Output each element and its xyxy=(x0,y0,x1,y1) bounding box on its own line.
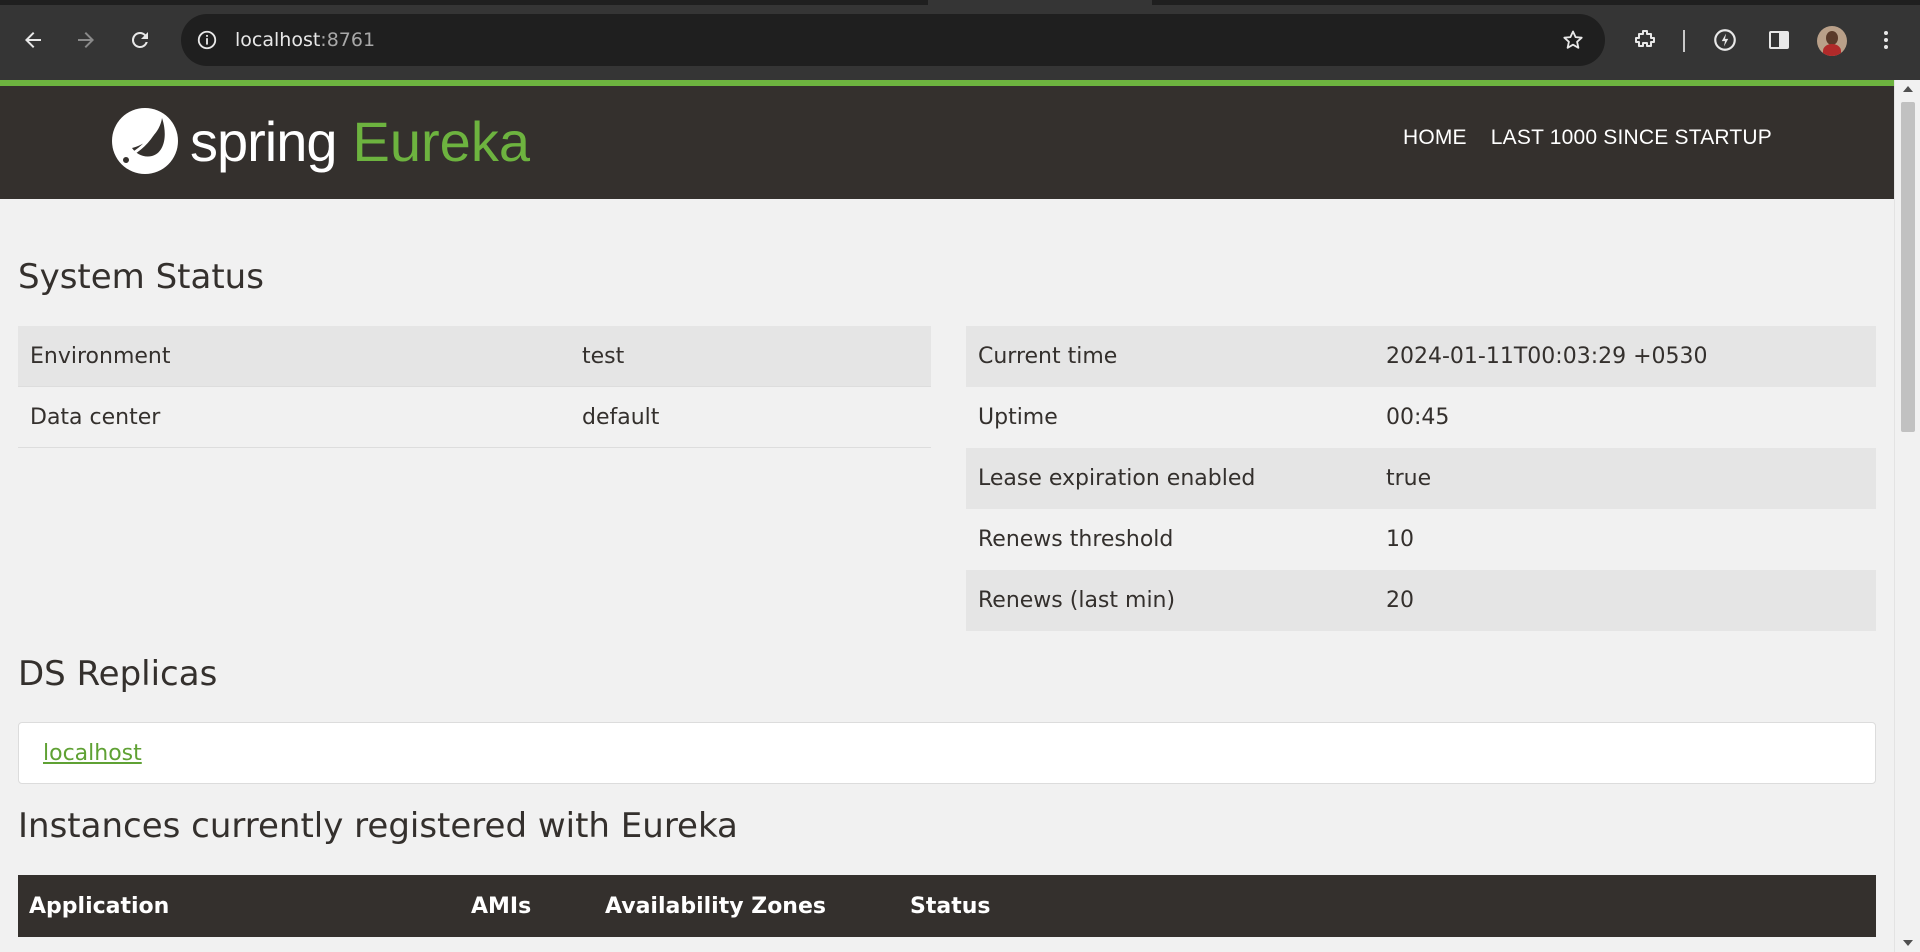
table-row: Data center default xyxy=(18,387,931,448)
arrow-left-icon xyxy=(25,32,41,48)
status-value: test xyxy=(582,343,625,369)
status-key: Current time xyxy=(978,344,1118,369)
kebab-icon[interactable] xyxy=(1866,20,1906,60)
info-icon[interactable] xyxy=(187,20,227,60)
toolbar-divider xyxy=(1683,30,1685,52)
system-status-left-table: Environment test Data center default xyxy=(18,326,931,448)
brand-eureka: Eureka xyxy=(352,109,530,173)
status-key: Lease expiration enabled xyxy=(978,466,1256,491)
back-button[interactable] xyxy=(13,20,53,60)
spring-eureka-logo[interactable]: spring Eureka xyxy=(110,106,530,176)
status-value: 20 xyxy=(1386,588,1414,613)
status-key: Environment xyxy=(30,343,171,369)
table-row: Renews (last min) 20 xyxy=(966,570,1876,631)
status-key: Data center xyxy=(30,404,161,430)
status-value: 10 xyxy=(1386,527,1414,552)
instances-table-header: Application AMIs Availability Zones Stat… xyxy=(18,875,1876,937)
ds-replicas-list: localhost xyxy=(18,722,1876,784)
system-status-right-table: Current time 2024-01-11T00:03:29 +0530 U… xyxy=(966,326,1876,631)
brand-spring: spring xyxy=(190,109,338,173)
status-value: 2024-01-11T00:03:29 +0530 xyxy=(1386,344,1708,369)
ds-replicas-title: DS Replicas xyxy=(18,654,218,694)
nav-links: HOME LAST 1000 SINCE STARTUP xyxy=(1403,126,1772,150)
table-row: Lease expiration enabled true xyxy=(966,448,1876,509)
column-header-application: Application xyxy=(29,893,170,919)
instances-title: Instances currently registered with Eure… xyxy=(18,806,738,846)
url-text: localhost:8761 xyxy=(235,29,376,51)
status-value: true xyxy=(1386,466,1432,491)
page-viewport: spring Eureka HOME LAST 1000 SINCE START… xyxy=(0,80,1920,952)
profile-avatar[interactable] xyxy=(1817,26,1847,56)
status-value: 00:45 xyxy=(1386,405,1450,430)
status-key: Renews threshold xyxy=(978,527,1174,552)
nav-home-link[interactable]: HOME xyxy=(1403,126,1467,150)
column-header-availability-zones: Availability Zones xyxy=(605,893,826,919)
scrollbar-thumb[interactable] xyxy=(1901,102,1915,432)
column-header-amis: AMIs xyxy=(471,893,532,919)
scroll-up-arrow[interactable] xyxy=(1903,86,1913,92)
tabstrip xyxy=(0,0,928,5)
star-icon[interactable] xyxy=(1557,24,1589,56)
address-bar[interactable]: localhost:8761 xyxy=(181,14,1605,66)
reload-button[interactable] xyxy=(120,20,160,60)
tabstrip xyxy=(1152,0,1920,5)
scroll-down-arrow[interactable] xyxy=(1903,940,1913,946)
spring-leaf-icon xyxy=(112,108,178,174)
column-header-status: Status xyxy=(910,893,991,919)
eureka-navbar: spring Eureka HOME LAST 1000 SINCE START… xyxy=(0,80,1894,199)
speedometer-icon[interactable] xyxy=(1705,20,1745,60)
page-scrollbar[interactable] xyxy=(1894,80,1920,952)
reload-icon xyxy=(131,31,148,48)
status-value: default xyxy=(582,404,660,430)
status-key: Renews (last min) xyxy=(978,588,1176,613)
browser-toolbar: localhost:8761 xyxy=(0,0,1920,80)
table-row: Uptime 00:45 xyxy=(966,387,1876,448)
status-key: Uptime xyxy=(978,405,1058,430)
nav-last-1000-link[interactable]: LAST 1000 SINCE STARTUP xyxy=(1491,126,1772,150)
table-row: Renews threshold 10 xyxy=(966,509,1876,570)
replica-link[interactable]: localhost xyxy=(43,741,142,766)
arrow-right-icon xyxy=(78,32,94,48)
puzzle-icon[interactable] xyxy=(1625,20,1665,60)
table-row: Environment test xyxy=(18,326,931,387)
table-row: Current time 2024-01-11T00:03:29 +0530 xyxy=(966,326,1876,387)
side-panel-icon[interactable] xyxy=(1759,20,1799,60)
forward-button[interactable] xyxy=(66,20,106,60)
system-status-title: System Status xyxy=(18,257,264,297)
